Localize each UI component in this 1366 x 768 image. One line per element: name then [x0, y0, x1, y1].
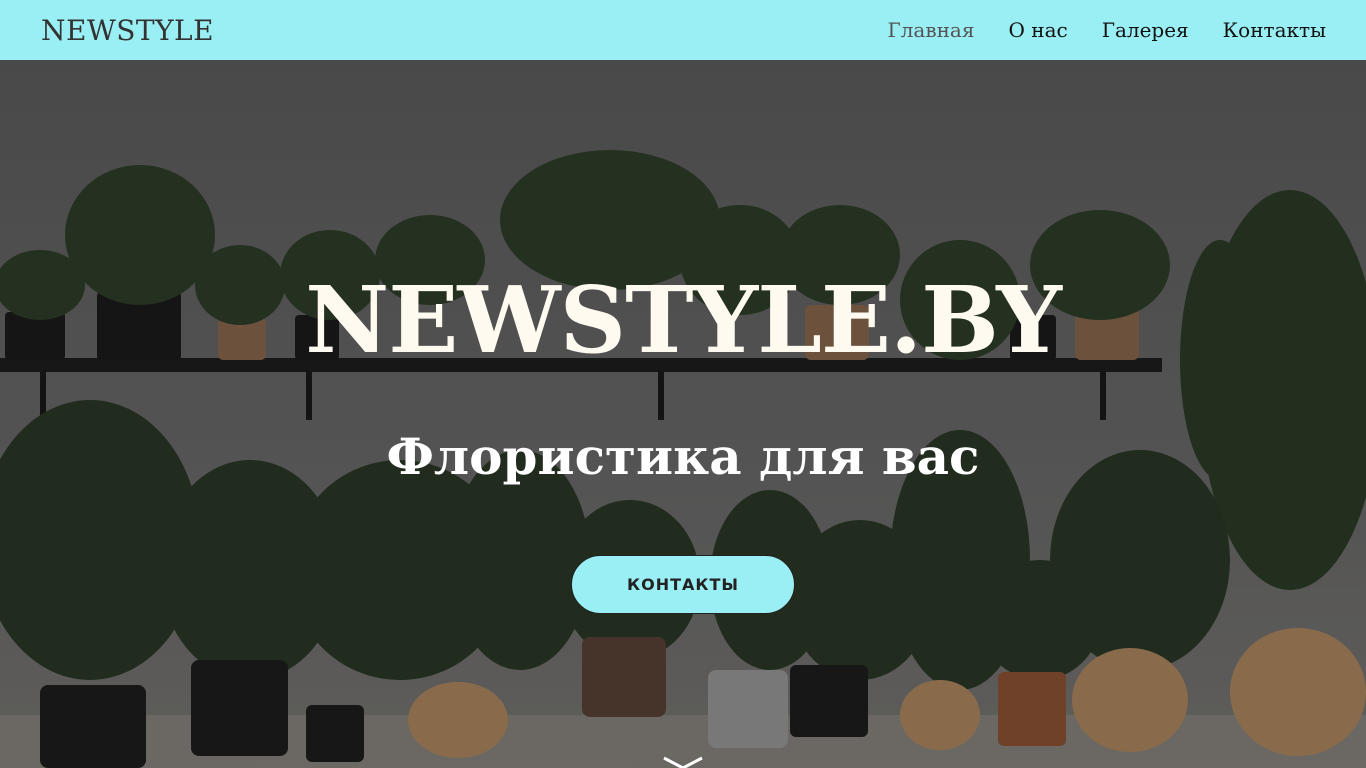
contacts-button[interactable]: КОНТАКТЫ — [571, 555, 795, 614]
nav-link-contacts[interactable]: Контакты — [1223, 18, 1326, 42]
hero-title: NEWSTYLE.BY — [305, 266, 1062, 374]
chevron-down-icon[interactable] — [660, 756, 706, 768]
brand-logo[interactable]: NEWSTYLE — [41, 13, 214, 49]
hero-subtitle: Флористика для вас — [386, 427, 980, 486]
nav-menu: Главная О нас Галерея Контакты — [887, 0, 1326, 60]
hero-section: NEWSTYLE.BY Флористика для вас КОНТАКТЫ — [0, 60, 1366, 768]
navbar: NEWSTYLE Главная О нас Галерея Контакты — [0, 0, 1366, 60]
nav-link-gallery[interactable]: Галерея — [1102, 18, 1189, 42]
nav-link-home[interactable]: Главная — [887, 18, 974, 42]
hero-overlay — [0, 60, 1366, 768]
nav-link-about[interactable]: О нас — [1008, 18, 1067, 42]
